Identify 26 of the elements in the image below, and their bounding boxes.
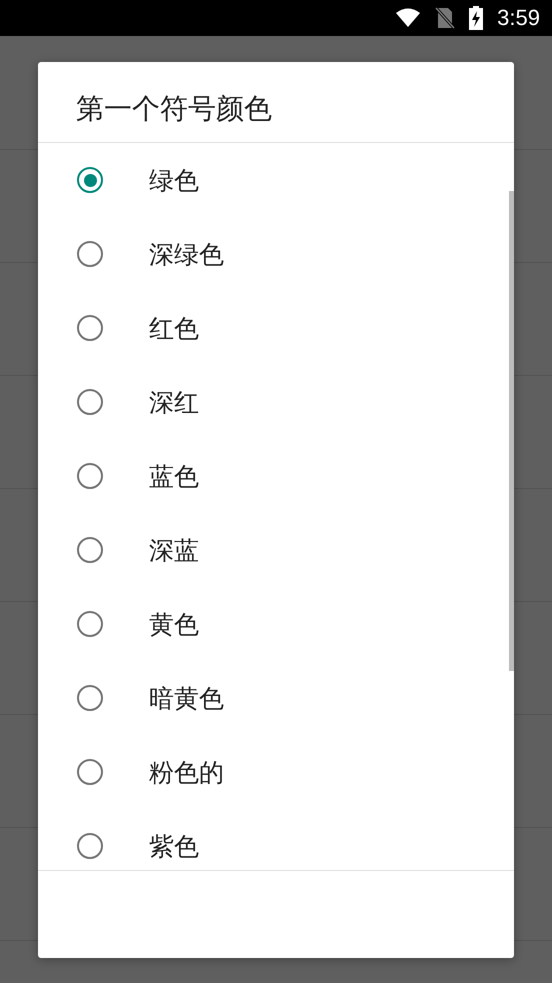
radio-button[interactable] [77,463,103,489]
color-option[interactable]: 蓝色 [38,439,514,513]
color-option[interactable]: 深红 [38,365,514,439]
color-option[interactable]: 深蓝 [38,513,514,587]
scrollbar[interactable] [509,191,514,671]
color-option[interactable]: 紫色 [38,809,514,870]
color-option[interactable]: 红色 [38,291,514,365]
wifi-icon [395,8,422,28]
color-option[interactable]: 暗黄色 [38,661,514,735]
color-option[interactable]: 黄色 [38,587,514,661]
battery-charging-icon [469,6,484,30]
no-sim-icon [435,7,456,29]
radio-button[interactable] [77,611,103,637]
radio-button[interactable] [77,537,103,563]
radio-button[interactable] [77,759,103,785]
radio-button[interactable] [77,167,103,193]
clock-time: 3:59 [497,5,540,31]
radio-button[interactable] [77,315,103,341]
color-option[interactable]: 绿色 [38,143,514,217]
dialog-title: 第一个符号颜色 [38,62,514,143]
color-option[interactable]: 深绿色 [38,217,514,291]
radio-button[interactable] [77,685,103,711]
radio-button[interactable] [77,389,103,415]
color-option[interactable]: 粉色的 [38,735,514,809]
radio-button[interactable] [77,833,103,859]
radio-button[interactable] [77,241,103,267]
